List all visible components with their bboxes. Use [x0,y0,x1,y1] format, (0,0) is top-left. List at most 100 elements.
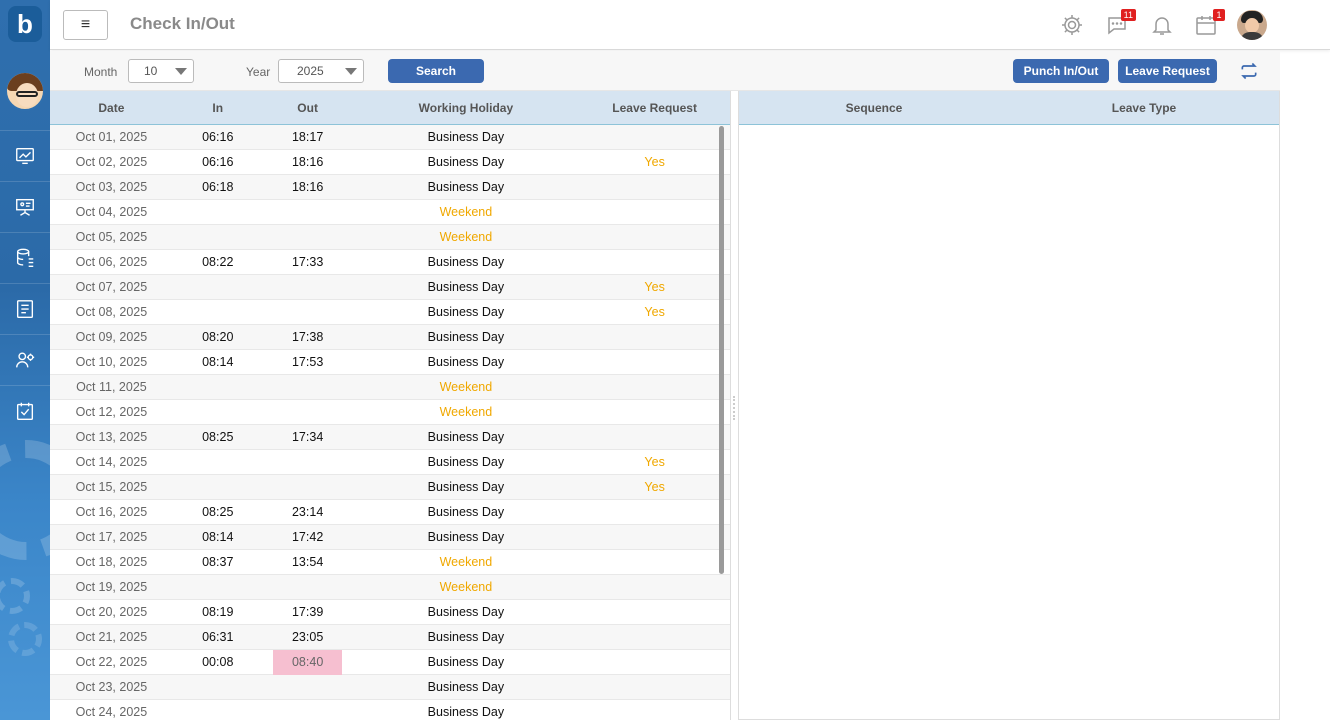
cell-date: Oct 20, 2025 [75,605,148,619]
app-logo[interactable]: b [8,6,42,42]
sidebar-item-user-settings[interactable] [0,334,50,385]
table-row[interactable]: Oct 23, 2025 Business Day [50,675,730,700]
search-button[interactable]: Search [388,59,484,83]
cell-working-holiday: Weekend [439,380,493,394]
cell-date: Oct 09, 2025 [75,330,148,344]
cell-date: Oct 18, 2025 [75,555,148,569]
cell-in [173,575,263,599]
cell-date: Oct 23, 2025 [75,680,148,694]
cell-date: Oct 08, 2025 [75,305,148,319]
sidebar-item-documents[interactable] [0,283,50,334]
user-avatar[interactable] [1237,10,1267,40]
table-row[interactable]: Oct 17, 2025 08:14 17:42 Business Day [50,525,730,550]
cell-leave-request [579,500,730,524]
year-select[interactable]: 2025 [278,59,364,83]
chevron-down-icon [345,68,357,75]
attendance-table-header: Date In Out Working Holiday Leave Reques… [50,91,730,125]
year-value: 2025 [297,64,324,78]
cell-leave-request [579,325,730,349]
cell-out [263,225,353,249]
cell-out: 17:33 [291,255,324,269]
messages-button[interactable]: 11 [1104,9,1136,38]
cell-working-holiday: Business Day [427,605,505,619]
col-header-out[interactable]: Out [263,91,353,124]
leave-request-button[interactable]: Leave Request [1118,59,1217,83]
refresh-icon[interactable] [1239,61,1259,81]
notifications-button[interactable] [1149,12,1175,38]
table-row[interactable]: Oct 03, 2025 06:18 18:16 Business Day [50,175,730,200]
cell-date: Oct 19, 2025 [75,580,148,594]
cell-leave-request [579,575,730,599]
gear-decoration [0,440,50,560]
cell-out: 18:16 [291,155,324,169]
table-row[interactable]: Oct 12, 2025 Weekend [50,400,730,425]
cell-date: Oct 15, 2025 [75,480,148,494]
sidebar-avatar[interactable] [5,71,45,111]
table-row[interactable]: Oct 15, 2025 Business Day Yes [50,475,730,500]
table-row[interactable]: Oct 19, 2025 Weekend [50,575,730,600]
cell-leave-request [579,250,730,274]
cell-date: Oct 06, 2025 [75,255,148,269]
table-row[interactable]: Oct 20, 2025 08:19 17:39 Business Day [50,600,730,625]
table-row[interactable]: Oct 21, 2025 06:31 23:05 Business Day [50,625,730,650]
table-row[interactable]: Oct 16, 2025 08:25 23:14 Business Day [50,500,730,525]
vertical-scrollbar[interactable] [719,126,724,574]
cell-out: 23:14 [291,505,324,519]
sidebar-item-dashboard[interactable] [0,130,50,181]
table-row[interactable]: Oct 14, 2025 Business Day Yes [50,450,730,475]
cell-in [173,400,263,424]
cell-in [173,475,263,499]
cell-out [263,575,353,599]
gear-decoration-small [0,578,30,614]
cell-in [173,375,263,399]
cell-date: Oct 16, 2025 [75,505,148,519]
col-header-leave-request[interactable]: Leave Request [579,91,730,124]
table-row[interactable]: Oct 04, 2025 Weekend [50,200,730,225]
table-row[interactable]: Oct 07, 2025 Business Day Yes [50,275,730,300]
cell-working-holiday: Business Day [427,130,505,144]
cell-date: Oct 13, 2025 [75,430,148,444]
col-header-working-holiday[interactable]: Working Holiday [353,91,580,124]
panel-splitter[interactable] [731,91,738,720]
table-row[interactable]: Oct 09, 2025 08:20 17:38 Business Day [50,325,730,350]
cell-leave-request [579,650,730,674]
sidebar-item-tasks[interactable] [0,385,50,436]
table-row[interactable]: Oct 18, 2025 08:37 13:54 Weekend [50,550,730,575]
cell-in: 08:14 [202,355,234,369]
sidebar-item-database[interactable] [0,232,50,283]
settings-button[interactable] [1059,12,1085,38]
col-header-sequence[interactable]: Sequence [739,91,1009,124]
cell-out [263,375,353,399]
cell-date: Oct 02, 2025 [75,155,148,169]
cell-out [263,450,353,474]
table-row[interactable]: Oct 22, 2025 00:08 08:40 Business Day [50,649,730,675]
table-row[interactable]: Oct 06, 2025 08:22 17:33 Business Day [50,250,730,275]
cell-in: 06:16 [202,130,234,144]
menu-toggle-button[interactable]: ≡ [63,10,108,40]
month-select[interactable]: 10 [128,59,194,83]
calendar-button[interactable]: 1 [1193,9,1225,38]
cell-date: Oct 10, 2025 [75,355,148,369]
table-row[interactable]: Oct 10, 2025 08:14 17:53 Business Day [50,350,730,375]
col-header-leave-type[interactable]: Leave Type [1009,91,1279,124]
sidebar-item-presentation[interactable] [0,181,50,232]
cell-in: 06:16 [202,155,234,169]
cell-working-holiday: Business Day [427,330,505,344]
col-header-in[interactable]: In [173,91,263,124]
chevron-down-icon [175,68,187,75]
table-row[interactable]: Oct 13, 2025 08:25 17:34 Business Day [50,425,730,450]
leave-detail-table-header: Sequence Leave Type [739,91,1279,125]
cell-leave-request [579,550,730,574]
table-row[interactable]: Oct 24, 2025 Business Day [50,700,730,720]
col-header-date[interactable]: Date [50,91,173,124]
cell-in [173,450,263,474]
punch-in-out-button[interactable]: Punch In/Out [1013,59,1109,83]
cell-out [263,475,353,499]
page-title: Check In/Out [130,14,235,33]
table-row[interactable]: Oct 08, 2025 Business Day Yes [50,300,730,325]
table-row[interactable]: Oct 01, 2025 06:16 18:17 Business Day [50,125,730,150]
table-row[interactable]: Oct 02, 2025 06:16 18:16 Business Day Yes [50,150,730,175]
table-row[interactable]: Oct 05, 2025 Weekend [50,225,730,250]
table-row[interactable]: Oct 11, 2025 Weekend [50,375,730,400]
cell-date: Oct 24, 2025 [75,705,148,719]
